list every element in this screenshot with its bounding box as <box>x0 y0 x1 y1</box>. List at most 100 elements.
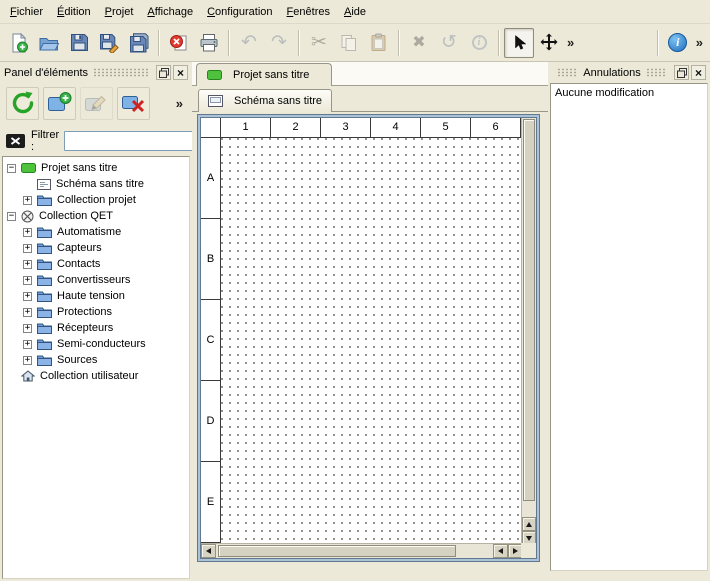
close-document-button[interactable] <box>164 28 194 58</box>
close-panel-button[interactable]: × <box>173 65 188 80</box>
reload-collections-button[interactable] <box>6 87 39 120</box>
expander-icon[interactable]: + <box>23 196 32 205</box>
tree-item-sources[interactable]: + Sources <box>3 352 189 368</box>
tree-item-collection-qet[interactable]: − Collection QET <box>3 208 189 224</box>
elements-toolbar-chevron[interactable]: » <box>173 96 186 111</box>
scroll-up-button[interactable] <box>522 517 536 531</box>
rotate-button[interactable]: ↺ <box>434 28 464 58</box>
paste-button[interactable] <box>364 28 394 58</box>
save-icon <box>70 33 89 52</box>
save-all-button[interactable] <box>124 28 154 58</box>
float-panel-button[interactable] <box>674 65 689 80</box>
filter-row: Filtrer : <box>2 128 190 154</box>
home-icon <box>21 370 35 382</box>
diagram-canvas[interactable] <box>221 138 523 545</box>
menu-projet[interactable]: Projet <box>98 2 141 22</box>
open-folder-icon <box>39 33 59 53</box>
scroll-left-button-2[interactable] <box>493 544 508 558</box>
column-header: 5 <box>421 118 471 138</box>
expander-icon[interactable]: + <box>23 276 32 285</box>
menu-configuration[interactable]: Configuration <box>200 2 279 22</box>
column-header: 2 <box>271 118 321 138</box>
delete-button[interactable]: ✖ <box>404 28 434 58</box>
menu-fichier[interactable]: Fichier <box>3 2 50 22</box>
vertical-scrollbar[interactable] <box>521 118 536 545</box>
toolbar-separator <box>398 30 400 56</box>
close-panel-button[interactable]: × <box>691 65 706 80</box>
horizontal-scrollbar-thumb[interactable] <box>218 545 456 557</box>
select-mode-button[interactable] <box>504 28 534 58</box>
float-icon <box>159 68 169 78</box>
edit-element-button[interactable] <box>80 87 113 120</box>
tree-item-haute-tension[interactable]: + Haute tension <box>3 288 189 304</box>
toolbar-extension-chevron-right[interactable]: » <box>693 35 706 50</box>
expander-icon[interactable]: + <box>23 356 32 365</box>
about-qet-button[interactable]: i <box>663 28 693 58</box>
expander-icon[interactable]: − <box>7 164 16 173</box>
project-tab-label: Projet sans titre <box>233 69 309 81</box>
tree-item-project[interactable]: − Projet sans titre <box>3 160 189 176</box>
elements-panel-titlebar[interactable]: Panel d'éléments × <box>2 64 190 81</box>
edit-element-icon <box>84 91 109 115</box>
expander-icon[interactable]: − <box>7 212 16 221</box>
redo-button[interactable]: ↷ <box>264 28 294 58</box>
open-project-button[interactable] <box>34 28 64 58</box>
undo-panel-titlebar[interactable]: Annulations × <box>550 64 708 81</box>
cut-button[interactable]: ✂ <box>304 28 334 58</box>
horizontal-scrollbar[interactable] <box>201 543 523 558</box>
expander-icon[interactable]: + <box>23 260 32 269</box>
save-button[interactable] <box>64 28 94 58</box>
paste-icon <box>370 33 388 52</box>
tree-item-capteurs[interactable]: + Capteurs <box>3 240 189 256</box>
toolbar-separator <box>298 30 300 56</box>
project-tab[interactable]: Projet sans titre <box>196 63 332 86</box>
expander-icon[interactable]: + <box>23 244 32 253</box>
expander-icon[interactable]: + <box>23 340 32 349</box>
elements-panel-title: Panel d'éléments <box>4 67 88 79</box>
close-icon: × <box>177 67 184 79</box>
tree-item-convertisseurs[interactable]: + Convertisseurs <box>3 272 189 288</box>
scroll-left-button[interactable] <box>201 544 216 558</box>
expander-icon[interactable]: + <box>23 308 32 317</box>
copy-button[interactable] <box>334 28 364 58</box>
print-button[interactable] <box>194 28 224 58</box>
tree-item-collection-utilisateur[interactable]: Collection utilisateur <box>3 368 189 384</box>
tree-item-schema[interactable]: Schéma sans titre <box>3 176 189 192</box>
float-panel-button[interactable] <box>156 65 171 80</box>
undo-history-list[interactable]: Aucune modification <box>550 83 708 571</box>
undo-button[interactable]: ↶ <box>234 28 264 58</box>
expander-icon[interactable]: + <box>23 324 32 333</box>
scrollbar-corner <box>521 543 536 558</box>
new-element-button[interactable] <box>43 87 76 120</box>
project-workspace: Projet sans titre Schéma sans titre 1 2 … <box>192 62 548 581</box>
expander-icon[interactable]: + <box>23 292 32 301</box>
dock-grip[interactable] <box>557 68 578 77</box>
expander-icon[interactable]: + <box>23 228 32 237</box>
diagram-info-button[interactable]: i <box>464 28 494 58</box>
row-header: E <box>201 462 221 543</box>
tree-item-automatisme[interactable]: + Automatisme <box>3 224 189 240</box>
tree-item-contacts[interactable]: + Contacts <box>3 256 189 272</box>
pan-mode-button[interactable] <box>534 28 564 58</box>
toolbar-extension-chevron[interactable]: » <box>564 35 577 50</box>
menu-aide[interactable]: Aide <box>337 2 373 22</box>
menu-fenetres[interactable]: Fenêtres <box>280 2 337 22</box>
menu-edition[interactable]: Édition <box>50 2 98 22</box>
delete-element-button[interactable] <box>117 87 150 120</box>
tree-item-recepteurs[interactable]: + Récepteurs <box>3 320 189 336</box>
tree-item-semi-conducteurs[interactable]: + Semi-conducteurs <box>3 336 189 352</box>
diagram-tab[interactable]: Schéma sans titre <box>198 89 332 112</box>
dock-grip[interactable] <box>93 68 149 77</box>
undo-panel: Annulations × Aucune modification <box>548 62 710 581</box>
new-document-button[interactable] <box>4 28 34 58</box>
tree-item-collection-projet[interactable]: + Collection projet <box>3 192 189 208</box>
undo-empty-message: Aucune modification <box>555 87 654 99</box>
dock-grip[interactable] <box>646 68 667 77</box>
row-header: C <box>201 300 221 381</box>
column-header: 3 <box>321 118 371 138</box>
clear-filter-button[interactable] <box>5 131 26 151</box>
tree-item-protections[interactable]: + Protections <box>3 304 189 320</box>
menu-affichage[interactable]: Affichage <box>140 2 200 22</box>
save-as-button[interactable] <box>94 28 124 58</box>
vertical-scrollbar-thumb[interactable] <box>523 119 535 501</box>
